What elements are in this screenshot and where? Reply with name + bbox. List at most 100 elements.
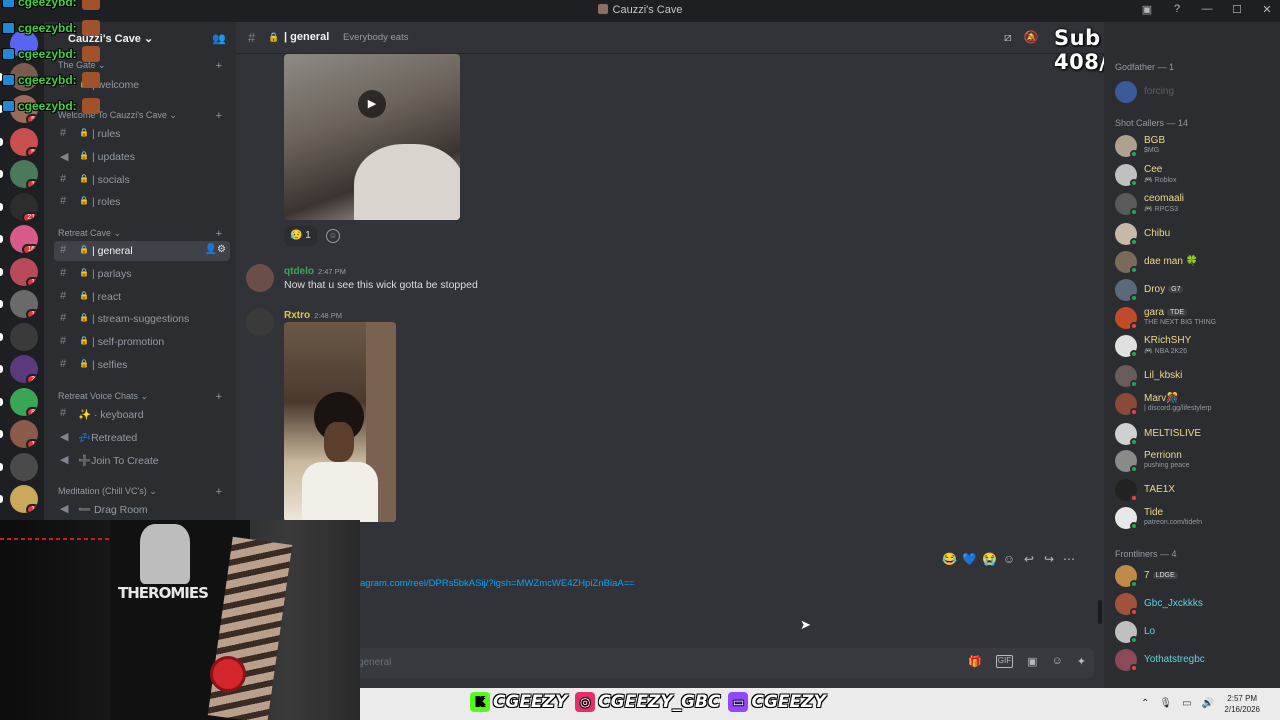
add-member-icon[interactable]: 👥 [212,32,226,45]
server-icon[interactable] [10,322,38,351]
server-icon[interactable]: 5 [10,127,38,156]
sticker-icon[interactable]: ▣ [1027,655,1037,668]
server-icon[interactable]: 1 [10,290,38,318]
server-icon[interactable]: 21 [10,192,38,221]
server-icon[interactable]: 1 [10,420,38,448]
server-icon[interactable]: 8 [10,387,38,416]
member-item[interactable]: 7 LDGE [1112,562,1276,590]
microphone-icon[interactable]: 🎙 [1159,698,1172,709]
member-item[interactable]: Chibu [1112,220,1276,248]
category-meditation[interactable]: Meditation (Chill VC's) ⌄ [58,486,157,497]
member-item[interactable]: Lil_kbski [1112,362,1276,390]
member-item[interactable]: dae man 🍀 [1112,248,1276,276]
member-item[interactable]: Perrionn pushing peace [1112,447,1276,475]
channel-keyboard[interactable]: # ✨ · keyboard [54,404,230,424]
server-header[interactable]: Cauzzi's Cave ⌄ 👥 [44,22,236,54]
scrollbar-thumb[interactable] [1098,600,1102,624]
message-author[interactable]: Rxtro 2:48 PM [284,310,342,321]
member-item[interactable]: KRichSHY 🎮 NBA 2K26 [1112,332,1276,360]
maximize-button[interactable]: ☐ [1230,3,1244,16]
notification-bell-icon[interactable]: 🔕 [1024,30,1039,45]
add-channel-icon[interactable]: + [216,228,222,240]
member-item[interactable]: TAE1X [1112,476,1276,504]
voice-channel-drag-room[interactable]: ◀ ➖ Drag Room [54,499,230,519]
category-retreat-voice[interactable]: Retreat Voice Chats ⌄ [58,391,148,402]
channel-rules[interactable]: # 🔒 | rules [54,124,230,144]
channel-general[interactable]: # 🔒 | general 👤⚙ [54,241,230,261]
channel-topic[interactable]: Everybody eats [343,32,408,43]
server-icon[interactable]: 2 [10,355,38,383]
member-item[interactable]: ceomaali 🎮 RPCS3 [1112,190,1276,218]
member-item[interactable]: BGB $MG [1112,132,1276,160]
message-composer[interactable]: general 🎁 GIF ▣ ☺ ✦ [348,648,1094,678]
volume-icon[interactable]: 🔊 [1202,698,1214,709]
add-channel-icon[interactable]: + [216,486,222,498]
server-icon[interactable] [10,62,38,91]
server-icon[interactable] [10,452,38,481]
channel-parlays[interactable]: # 🔒 | parlays [54,264,230,284]
more-icon[interactable]: ⋯ [1062,552,1076,566]
image-attachment[interactable] [284,322,396,522]
channel-updates[interactable]: ◀ 🔒 | updates [54,147,230,167]
server-icon[interactable]: 1 [10,257,38,286]
member-item[interactable]: Tide patreon.com/tidefn [1112,504,1276,532]
channel-welcome[interactable]: # 🔒 | welcome [54,75,230,95]
server-icon[interactable]: 1 [10,160,38,188]
video-attachment[interactable]: ▶ [284,54,460,220]
gift-icon[interactable]: 🎁 [968,655,982,668]
cry-reaction-icon[interactable]: 😭 [982,552,997,566]
member-item[interactable]: gara TDE THE NEXT BIG THING [1112,304,1276,332]
member-item[interactable]: Yothatstregbc [1112,646,1276,674]
laugh-reaction-icon[interactable]: 😂 [942,552,957,566]
member-item[interactable]: Lo [1112,618,1276,646]
emoji-icon[interactable]: ☺ [1052,655,1063,668]
reply-icon[interactable]: ↩ [1022,552,1036,566]
member-item[interactable]: forcing [1112,78,1276,106]
voice-channel-join-to-create[interactable]: ◀ ➕Join To Create [54,450,230,470]
channel-settings-icon[interactable]: 👤⚙ [205,244,226,255]
apps-icon[interactable]: ✦ [1077,655,1086,668]
inbox-icon[interactable]: ▣ [1140,3,1154,16]
heart-reaction-icon[interactable]: 💙 [962,552,977,566]
channel-react[interactable]: # 🔒 | react [54,287,230,307]
server-icon[interactable]: 5 [10,95,38,123]
message-link[interactable]: agram.com/reel/DPRs5bkASij/?igsh=MWZmcWE… [360,578,635,589]
member-item[interactable]: Cee 🎮 Roblox [1112,161,1276,189]
channel-socials[interactable]: # 🔒 | socials [54,170,230,190]
member-item[interactable]: Droy G7 [1112,276,1276,304]
channel-self-promotion[interactable]: # 🔒 | self-promotion [54,332,230,352]
avatar[interactable] [246,264,274,292]
author-name[interactable]: Rxtro [284,310,310,321]
channel-stream-suggestions[interactable]: # 🔒 | stream-suggestions [54,309,230,329]
add-channel-icon[interactable]: + [216,60,222,72]
network-icon[interactable]: ▭ [1182,698,1191,709]
channel-roles[interactable]: # 🔒 | roles [54,192,230,212]
message-author[interactable]: qtdelo 2:47 PM [284,266,346,277]
server-icon[interactable]: 16 [10,225,38,253]
minimize-button[interactable]: — [1200,3,1214,16]
add-reaction-icon[interactable]: ☺ [1002,552,1016,566]
clock[interactable]: 2:57 PM 2/16/2026 [1224,693,1260,715]
close-button[interactable]: ✕ [1260,3,1274,16]
forward-icon[interactable]: ↪ [1042,552,1056,566]
member-item[interactable]: Gbc_Jxckkks [1112,590,1276,618]
add-channel-icon[interactable]: + [216,110,222,122]
gif-icon[interactable]: GIF [995,655,1014,668]
play-icon[interactable]: ▶ [358,90,386,118]
channel-selfies[interactable]: # 🔒 | selfies [54,355,230,375]
server-icon[interactable] [10,30,38,58]
member-item[interactable]: MELTISLIVE [1112,420,1276,448]
tray-expand-icon[interactable]: ⌃ [1141,698,1149,709]
server-icon[interactable]: 1 [10,485,38,513]
add-channel-icon[interactable]: + [216,391,222,403]
add-reaction-icon[interactable]: ☺ [326,229,340,243]
avatar[interactable] [246,308,274,336]
member-item[interactable]: Marv🎊 | discord.gg/lifestylerp [1112,390,1276,418]
author-name[interactable]: qtdelo [284,266,314,277]
server-name[interactable]: Cauzzi's Cave ⌄ [68,32,153,45]
help-icon[interactable]: ? [1170,3,1184,16]
category-retreat-cave[interactable]: Retreat Cave ⌄ [58,228,121,239]
voice-channel-retreated[interactable]: ◀ 💤Retreated [54,427,230,447]
category-welcome[interactable]: Welcome To Cauzzi's Cave ⌄ [58,110,177,121]
category-the-gate[interactable]: The Gate ⌄ [58,60,106,71]
